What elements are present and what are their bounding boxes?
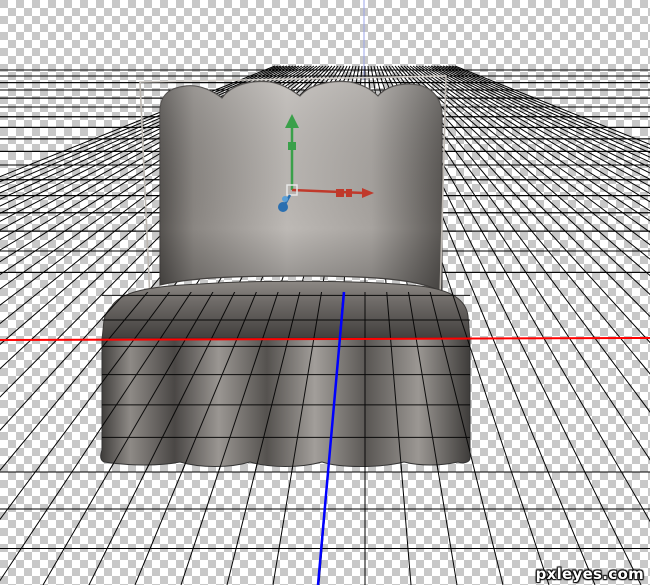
scene-canvas[interactable] xyxy=(0,0,650,585)
gizmo-y-scale-handle[interactable] xyxy=(288,142,296,150)
watermark: pxleyes.com xyxy=(535,565,644,583)
sofa-skirt xyxy=(100,337,471,467)
gizmo-x-scale-handle[interactable] xyxy=(336,189,344,197)
gizmo-z-knob[interactable] xyxy=(282,196,288,202)
gizmo-z-handle-icon[interactable] xyxy=(278,202,288,212)
3d-viewport[interactable]: pxleyes.com xyxy=(0,0,650,585)
sofa-back-shade xyxy=(160,81,442,292)
gizmo-x-scale-handle-2[interactable] xyxy=(346,189,352,197)
